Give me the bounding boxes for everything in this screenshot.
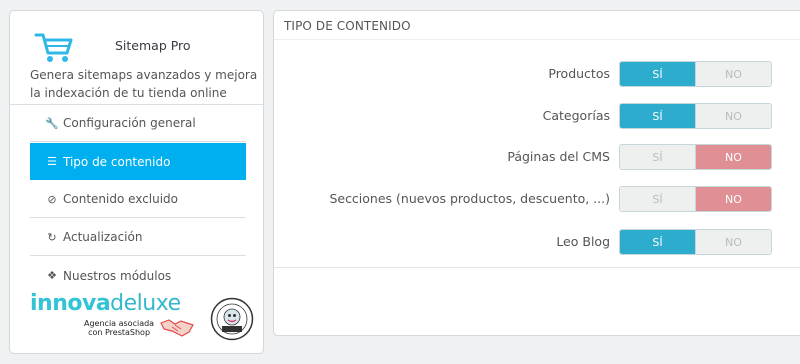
setting-row-paginas-cms: Páginas del CMS SÍ NO	[274, 144, 800, 170]
yes-option[interactable]: SÍ	[620, 145, 695, 169]
setting-label: Productos	[548, 66, 610, 81]
yes-option[interactable]: SÍ	[620, 230, 695, 254]
menu-item-configuracion-general[interactable]: 🔧 Configuración general	[30, 105, 246, 142]
shopping-cart-icon	[34, 33, 73, 62]
prestashop-partner-badge-icon	[210, 297, 254, 341]
menu-item-contenido-excluido[interactable]: ⊘ Contenido excluido	[30, 181, 246, 218]
menu-item-label: Actualización	[63, 230, 143, 244]
innovadeluxe-logo[interactable]: innovadeluxe Agencia asociada con Presta…	[28, 291, 256, 347]
leo-blog-switch[interactable]: SÍ NO	[619, 229, 772, 255]
menu-item-label: Contenido excluido	[63, 192, 179, 206]
logo-subtitle: Agencia asociada con PrestaShop	[84, 319, 155, 337]
content-type-panel: TIPO DE CONTENIDO Productos SÍ NO Catego…	[273, 10, 800, 336]
wrench-icon: 🔧	[45, 116, 59, 130]
module-description: Genera sitemaps avanzados y mejora la in…	[30, 68, 258, 100]
ban-icon: ⊘	[47, 192, 57, 206]
refresh-icon: ↻	[47, 230, 57, 244]
module-title: Sitemap Pro	[115, 38, 191, 53]
no-option[interactable]: NO	[695, 62, 771, 86]
menu-item-nuestros-modulos[interactable]: ❖ Nuestros módulos	[30, 257, 246, 294]
setting-label: Páginas del CMS	[507, 149, 610, 164]
setting-label: Secciones (nuevos productos, descuento, …	[329, 191, 610, 206]
categorias-switch[interactable]: SÍ NO	[619, 103, 772, 129]
menu-item-label: Configuración general	[63, 116, 196, 130]
yes-option[interactable]: SÍ	[620, 62, 695, 86]
setting-label: Categorías	[542, 108, 610, 123]
setting-row-leo-blog: Leo Blog SÍ NO	[274, 229, 800, 255]
sidebar-panel: Sitemap Pro Genera sitemaps avanzados y …	[9, 10, 264, 354]
menu-item-actualizacion[interactable]: ↻ Actualización	[30, 219, 246, 256]
list-icon: ☰	[47, 155, 57, 168]
setting-row-categorias: Categorías SÍ NO	[274, 103, 800, 129]
setting-row-productos: Productos SÍ NO	[274, 61, 800, 87]
setting-label: Leo Blog	[556, 234, 610, 249]
menu-item-tipo-de-contenido[interactable]: ☰ Tipo de contenido	[30, 143, 246, 180]
yes-option[interactable]: SÍ	[620, 187, 695, 211]
no-option[interactable]: NO	[695, 230, 771, 254]
no-option[interactable]: NO	[695, 104, 771, 128]
cubes-icon: ❖	[47, 269, 57, 282]
no-option[interactable]: NO	[695, 145, 771, 169]
logo-wordmark: innovadeluxe	[30, 291, 181, 316]
menu-item-label: Tipo de contenido	[63, 154, 171, 169]
module-header: Sitemap Pro Genera sitemaps avanzados y …	[10, 11, 263, 105]
handshake-icon	[160, 319, 194, 337]
no-option[interactable]: NO	[695, 187, 771, 211]
productos-switch[interactable]: SÍ NO	[619, 61, 772, 87]
panel-footer	[274, 267, 800, 268]
paginas-cms-switch[interactable]: SÍ NO	[619, 144, 772, 170]
panel-title: TIPO DE CONTENIDO	[274, 11, 800, 40]
secciones-switch[interactable]: SÍ NO	[619, 186, 772, 212]
menu-item-label: Nuestros módulos	[63, 268, 172, 283]
setting-row-secciones: Secciones (nuevos productos, descuento, …	[274, 186, 800, 212]
yes-option[interactable]: SÍ	[620, 104, 695, 128]
